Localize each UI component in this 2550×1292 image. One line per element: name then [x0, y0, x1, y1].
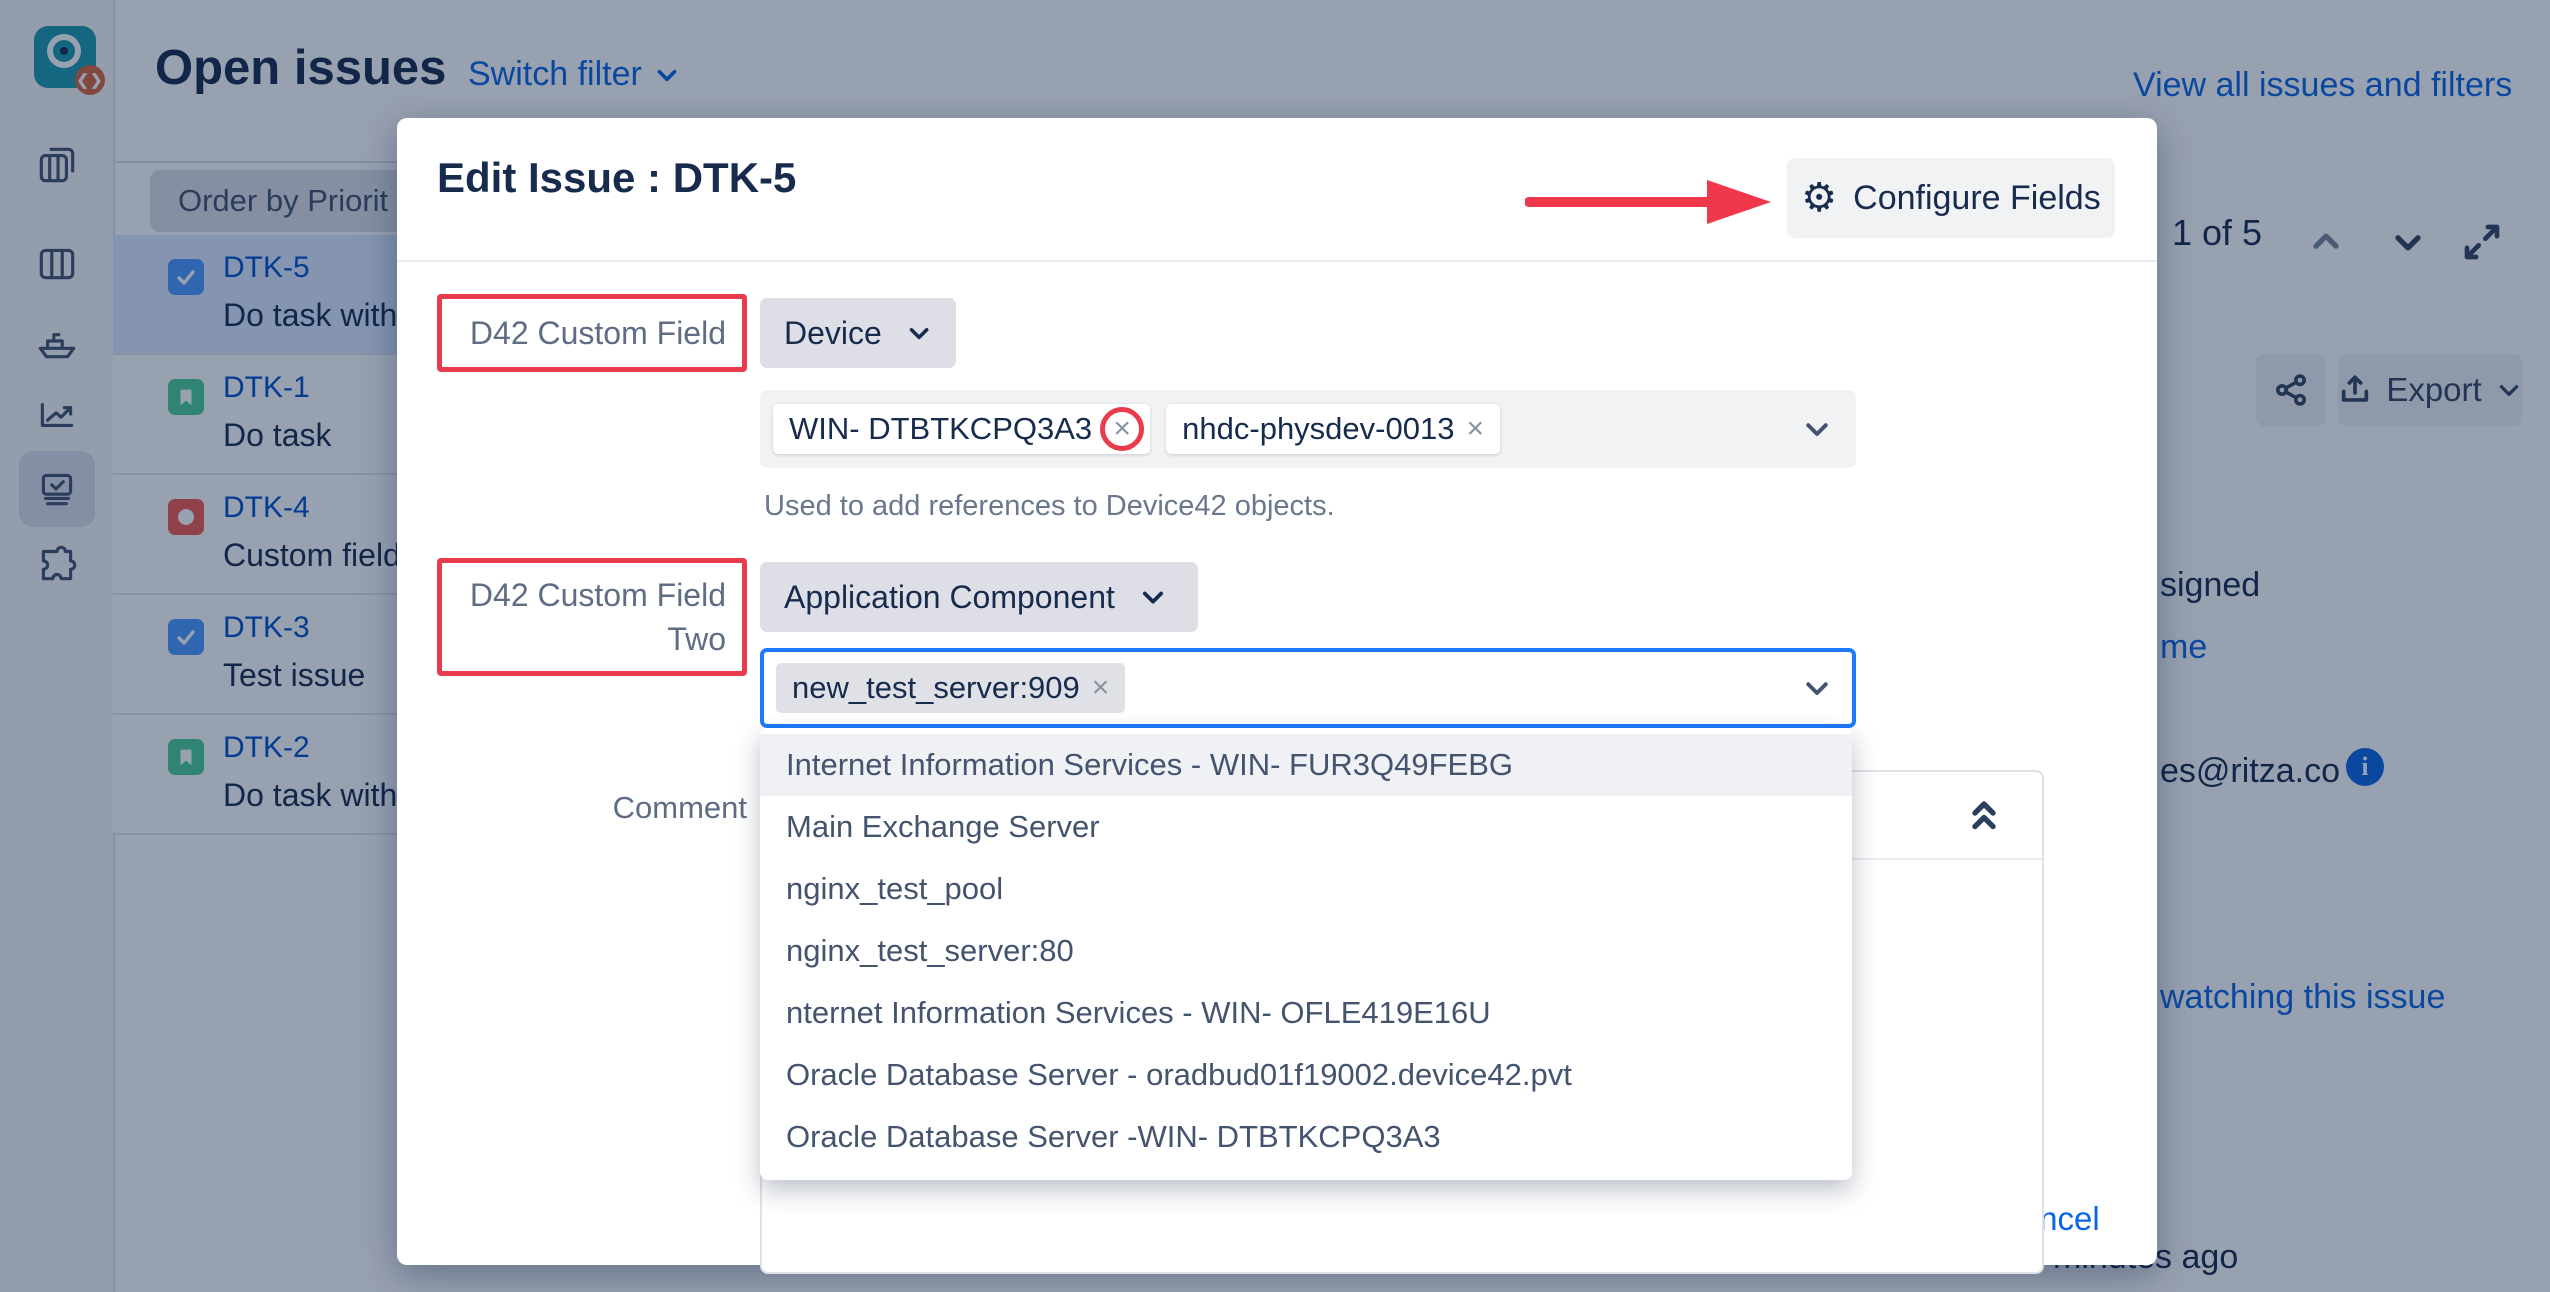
field1-type-picker[interactable]: Device: [760, 298, 956, 368]
annotation-box-field1: D42 Custom Field: [437, 294, 747, 372]
configure-fields-button[interactable]: ⚙ Configure Fields: [1787, 158, 2115, 238]
edit-issue-modal: Edit Issue : DTK-5 ⚙ Configure Fields D4…: [397, 118, 2157, 1265]
dropdown-option[interactable]: Oracle Database Server - oradbud01f19002…: [760, 1044, 1852, 1106]
tag-label: WIN- DTBTKCPQ3A3: [789, 411, 1092, 447]
configure-fields-label: Configure Fields: [1853, 179, 2101, 218]
dropdown-option[interactable]: nternet Information Services - WIN- OFLE…: [760, 982, 1852, 1044]
dropdown-option[interactable]: nginx_test_pool: [760, 858, 1852, 920]
dropdown-option[interactable]: Oracle Database Server -WIN- DTBTKCPQ3A3: [760, 1106, 1852, 1168]
field2-options-dropdown: Internet Information Services - WIN- FUR…: [760, 728, 1852, 1180]
modal-header-divider: [397, 260, 2157, 262]
field2-label: D42 Custom Field Two: [442, 573, 726, 661]
chevron-down-icon[interactable]: [1802, 414, 1832, 444]
close-icon[interactable]: ×: [1466, 412, 1484, 446]
field1-multiselect[interactable]: WIN- DTBTKCPQ3A3 × nhdc-physdev-0013 ×: [760, 390, 1856, 468]
tag-chip: WIN- DTBTKCPQ3A3 ×: [773, 404, 1150, 454]
chevron-down-icon[interactable]: [1802, 673, 1832, 703]
tag-chip: nhdc-physdev-0013 ×: [1166, 404, 1500, 454]
chevron-down-icon: [1139, 583, 1167, 611]
annotation-circle: ×: [1100, 407, 1144, 451]
field1-help-text: Used to add references to Device42 objec…: [764, 490, 1335, 523]
dropdown-option[interactable]: Main Exchange Server: [760, 796, 1852, 858]
field2-multiselect[interactable]: new_test_server:909 ×: [760, 648, 1856, 728]
tag-label: nhdc-physdev-0013: [1182, 411, 1454, 447]
close-icon[interactable]: ×: [1113, 412, 1131, 446]
close-icon[interactable]: ×: [1092, 671, 1110, 705]
dropdown-option[interactable]: Internet Information Services - WIN- FUR…: [760, 734, 1852, 796]
collapse-icon[interactable]: [1966, 796, 2002, 836]
field1-label: D42 Custom Field: [470, 315, 726, 352]
annotation-arrow: [1525, 174, 1775, 230]
modal-title: Edit Issue : DTK-5: [437, 154, 796, 202]
comment-label: Comment: [437, 790, 747, 826]
field2-type-picker[interactable]: Application Component: [760, 562, 1198, 632]
gear-icon: ⚙: [1801, 178, 1837, 218]
tag-label: new_test_server:909: [792, 670, 1080, 706]
field2-picker-label: Application Component: [784, 579, 1115, 616]
chevron-down-icon: [906, 319, 932, 347]
field1-picker-label: Device: [784, 315, 882, 352]
annotation-box-field2: D42 Custom Field Two: [437, 558, 747, 676]
dropdown-option[interactable]: nginx_test_server:80: [760, 920, 1852, 982]
tag-chip: new_test_server:909 ×: [776, 663, 1125, 713]
